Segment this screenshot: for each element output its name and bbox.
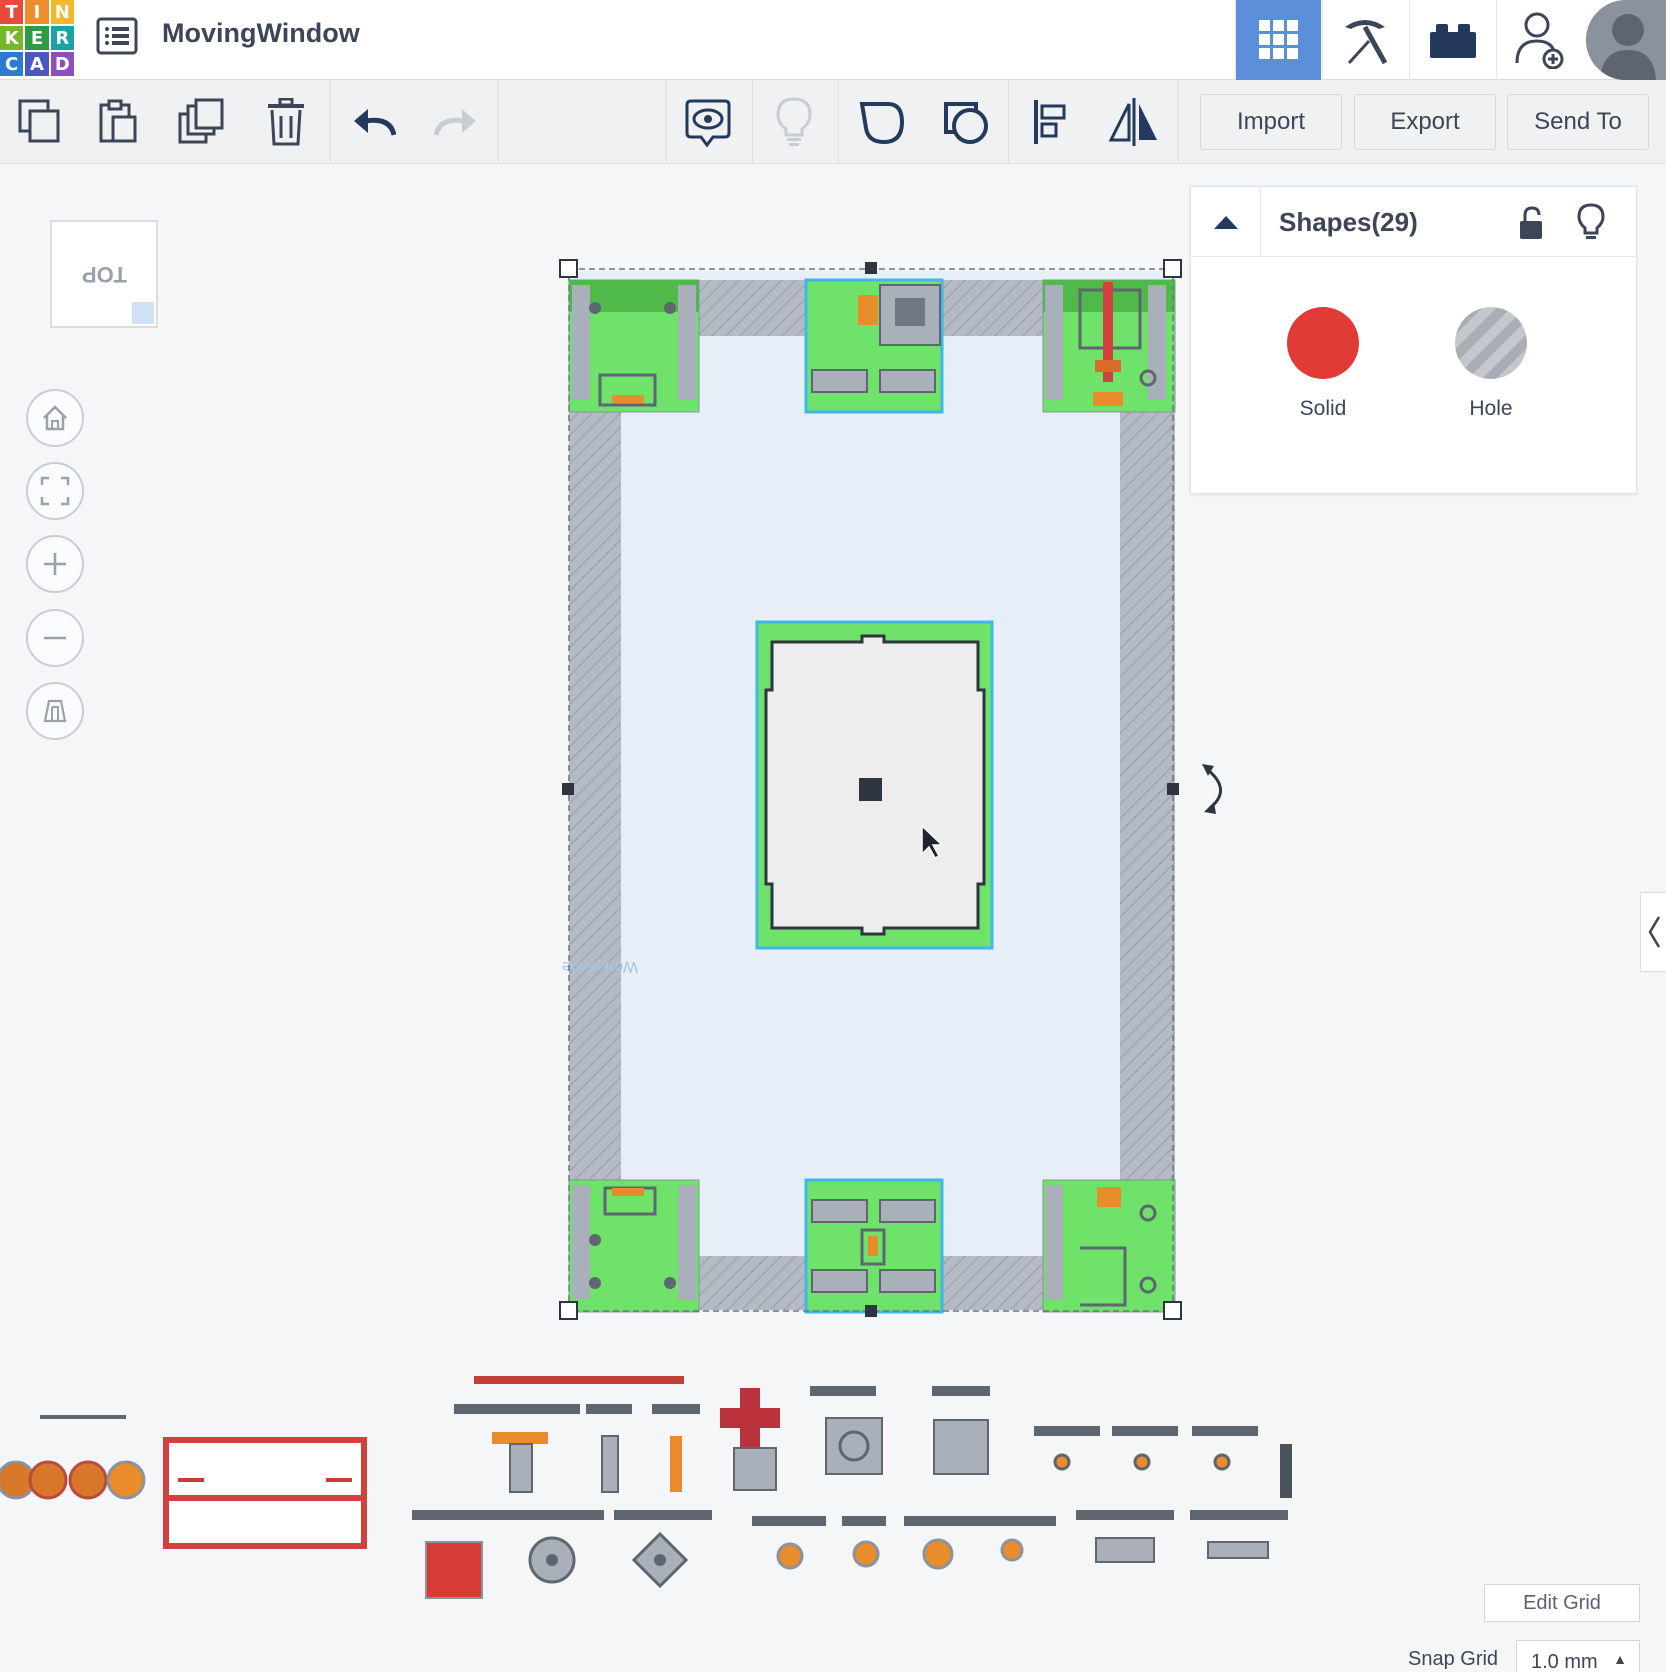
snap-grid-value: 1.0 mm <box>1531 1651 1598 1672</box>
collapse-panel-icon[interactable] <box>1191 187 1261 257</box>
expand-shapes-library-icon[interactable] <box>1640 892 1666 972</box>
corner-block-top-left[interactable] <box>568 279 700 413</box>
corner-block-bottom-right[interactable] <box>1042 1179 1176 1313</box>
workplane-label: Workplane <box>562 958 638 975</box>
shapes-inspector-panel: Shapes(29) Solid Hole <box>1190 186 1637 494</box>
corner-block-bottom-left[interactable] <box>568 1179 700 1313</box>
hole-swatch[interactable]: Hole <box>1441 307 1541 421</box>
edit-grid-button[interactable]: Edit Grid <box>1484 1584 1640 1622</box>
rotate-handle-icon[interactable] <box>1202 764 1222 814</box>
snap-grid-label: Snap Grid <box>1408 1648 1499 1670</box>
dropdown-arrow-icon: ▲ <box>1613 1651 1627 1667</box>
center-height-handle <box>859 778 882 801</box>
bottom-motor-block[interactable] <box>804 1178 944 1314</box>
top-motor-block[interactable] <box>804 278 944 414</box>
left-rail[interactable] <box>569 280 621 1310</box>
solid-label: Solid <box>1299 397 1347 420</box>
solid-color-circle[interactable] <box>1287 307 1359 379</box>
corner-block-top-right[interactable] <box>1042 279 1176 413</box>
parts-library[interactable] <box>0 1376 1292 1599</box>
solid-swatch[interactable]: Solid <box>1273 307 1373 421</box>
unlock-icon[interactable] <box>1517 205 1545 245</box>
hole-color-circle[interactable] <box>1455 307 1527 379</box>
hole-label: Hole <box>1469 397 1513 420</box>
shapes-panel-title: Shapes(29) <box>1279 207 1418 237</box>
snap-grid-select[interactable]: 1.0 mm ▲ <box>1516 1640 1640 1672</box>
visibility-bulb-icon[interactable] <box>1577 203 1605 247</box>
shapes-panel-header: Shapes(29) <box>1191 187 1636 257</box>
right-rail[interactable] <box>1120 280 1175 1310</box>
